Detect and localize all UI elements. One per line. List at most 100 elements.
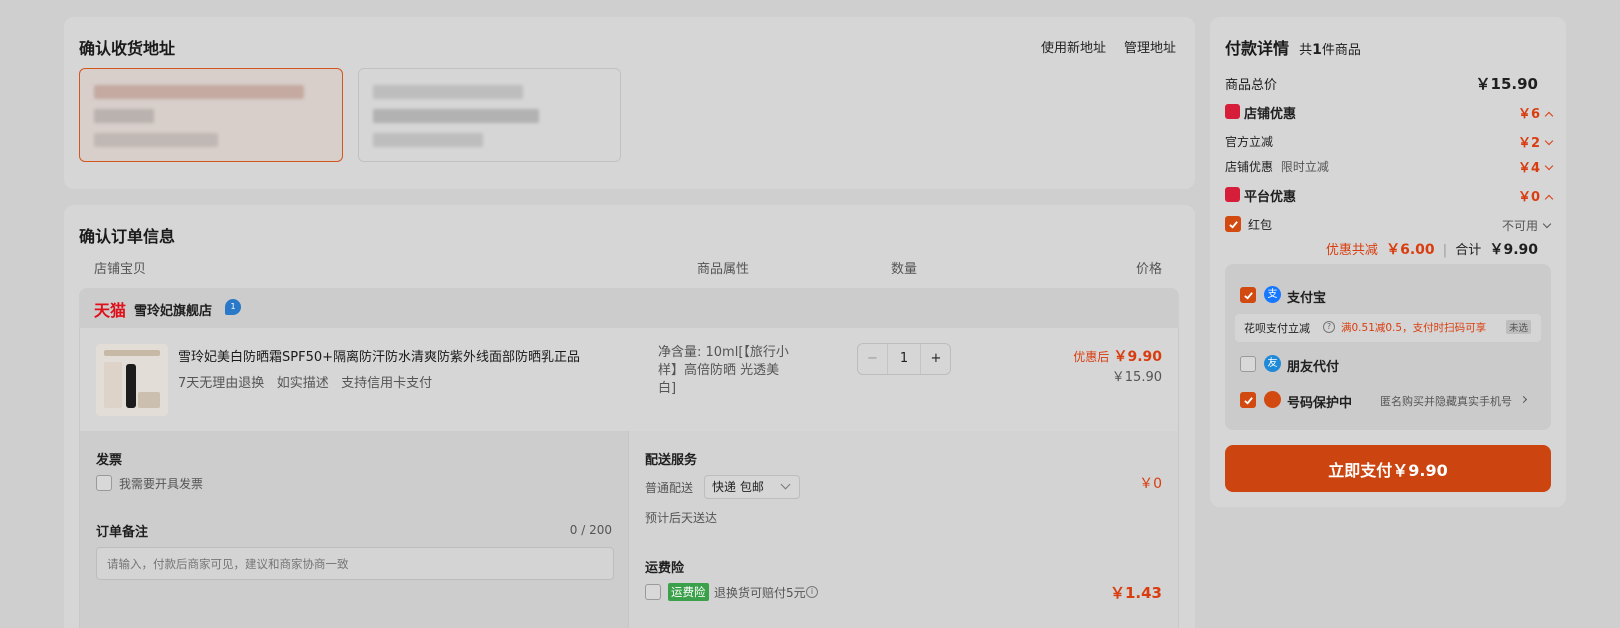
item-count: 1 <box>1312 42 1322 58</box>
question-icon: ? <box>1323 321 1335 333</box>
shield-icon <box>1264 391 1281 408</box>
order-card: 确认订单信息 店铺宝贝 商品属性 数量 价格 天猫 雪玲妃旗舰店 1 雪玲妃美白… <box>64 205 1195 628</box>
shop-name[interactable]: 雪玲妃旗舰店 <box>134 300 212 319</box>
huabei-tag: 未选 <box>1506 320 1532 334</box>
address-option-selected[interactable] <box>79 68 343 162</box>
invoice-remark-section: 发票 我需要开具发票 订单备注 0 / 200 <box>79 431 628 628</box>
tmall-logo: 天猫 <box>94 301 127 320</box>
friend-pay-icon: 友 <box>1264 355 1281 372</box>
info-icon[interactable]: i <box>806 586 818 598</box>
chevron-down-icon <box>1544 161 1554 171</box>
address-option[interactable] <box>358 68 621 162</box>
official-discount-label: 官方立减 <box>1225 135 1274 149</box>
huabei-label: 花呗支付立减 <box>1244 322 1310 335</box>
original-price: ￥15.90 <box>1111 370 1162 385</box>
saving-value: ￥6.00 <box>1386 242 1435 258</box>
chevron-up-icon <box>1544 194 1554 204</box>
chat-badge: 1 <box>230 302 236 311</box>
hongbao-checkbox[interactable] <box>1225 216 1241 232</box>
total-value: ￥15.90 <box>1475 75 1538 93</box>
alipay-checkbox[interactable] <box>1240 287 1256 303</box>
store-discount-row: 店铺优惠 限时立减 <box>1225 158 1329 175</box>
service-tags: 7天无理由退换 如实描述 支持信用卡支付 <box>178 372 432 391</box>
saving-label: 优惠共减 <box>1325 243 1378 258</box>
freight-tag: 运费险 <box>668 583 709 601</box>
number-protect-label[interactable]: 号码保护中 <box>1287 392 1352 411</box>
service-tag: 7天无理由退换 <box>178 376 265 391</box>
freight-title: 运费险 <box>645 561 685 576</box>
hongbao-status[interactable]: 不可用 <box>1502 217 1552 234</box>
service-tag: 支持信用卡支付 <box>341 376 433 391</box>
address-title: 确认收货地址 <box>79 39 176 58</box>
manage-address-link[interactable]: 管理地址 <box>1124 37 1176 56</box>
shop-discount-value[interactable]: ￥6 <box>1518 103 1554 122</box>
payment-title-row: 付款详情 共1件商品 <box>1225 39 1361 58</box>
number-protect-desc[interactable]: 匿名购买并隐藏真实手机号 <box>1380 393 1528 409</box>
store-discount-sub: 限时立减 <box>1280 160 1329 174</box>
column-attributes: 商品属性 <box>697 262 750 277</box>
chat-icon[interactable]: 1 <box>225 299 241 315</box>
product-name[interactable]: 雪玲妃美白防晒霜SPF50+隔离防汗防水清爽防紫外线面部防晒乳正品 <box>178 346 580 365</box>
pay-now-button[interactable]: 立即支付￥9.90 <box>1225 445 1551 492</box>
product-attributes: 净含量: 10ml[【旅行小 样】高倍防晒 光透美 白] <box>658 345 789 396</box>
chevron-down-icon <box>1542 219 1552 229</box>
sum-value: ￥9.90 <box>1489 242 1538 258</box>
delivery-title: 配送服务 <box>645 453 698 468</box>
sum-label: 合计 <box>1455 243 1482 258</box>
discount-price: 优惠后 ￥9.90 <box>1073 349 1162 365</box>
invoice-title: 发票 <box>96 453 123 468</box>
new-address-link[interactable]: 使用新地址 <box>1041 37 1106 56</box>
delivery-select[interactable]: 快递 包邮 <box>704 475 800 499</box>
quantity-stepper[interactable]: − 1 + <box>857 343 951 375</box>
remark-input[interactable] <box>96 547 614 580</box>
address-card: 确认收货地址 使用新地址 管理地址 <box>64 17 1195 189</box>
invoice-option-label: 我需要开具发票 <box>119 477 204 491</box>
platform-discount-icon <box>1225 187 1240 202</box>
remark-title: 订单备注 <box>96 525 149 540</box>
hongbao-label: 红包 <box>1248 218 1273 232</box>
shop-discount-label: 店铺优惠 <box>1244 107 1297 122</box>
delivery-eta: 预计后天送达 <box>645 511 718 525</box>
column-price: 价格 <box>1136 262 1163 277</box>
payment-title: 付款详情 <box>1225 39 1290 58</box>
friend-pay-label[interactable]: 朋友代付 <box>1287 356 1339 375</box>
alipay-label[interactable]: 支付宝 <box>1287 287 1326 306</box>
summary-row: 优惠共减 ￥6.00 | 合计 ￥9.90 <box>1325 242 1538 258</box>
payment-methods: 支 支付宝 花呗支付立减 ? 满0.51减0.5，支付时扫码可享 未选 友 朋友… <box>1225 264 1551 430</box>
order-title: 确认订单信息 <box>79 227 176 246</box>
qty-value[interactable]: 1 <box>888 344 920 374</box>
chevron-up-icon <box>1544 111 1554 121</box>
huabei-promo: 满0.51减0.5，支付时扫码可享 <box>1341 322 1487 334</box>
number-protect-checkbox[interactable] <box>1240 392 1256 408</box>
store-discount-label: 店铺优惠 <box>1225 160 1274 174</box>
total-label: 商品总价 <box>1225 78 1278 93</box>
platform-discount-label: 平台优惠 <box>1244 190 1297 205</box>
delivery-mode: 普通配送 <box>645 481 694 495</box>
shop-header: 天猫 雪玲妃旗舰店 1 <box>79 288 1179 328</box>
qty-decrease-button[interactable]: − <box>858 344 888 374</box>
friend-pay-checkbox[interactable] <box>1240 356 1256 372</box>
chevron-down-icon <box>780 479 791 490</box>
alipay-icon: 支 <box>1264 286 1281 303</box>
delivery-price: ￥0 <box>1139 476 1162 492</box>
qty-increase-button[interactable]: + <box>920 344 951 374</box>
chevron-right-icon <box>1519 395 1528 404</box>
payment-card: 付款详情 共1件商品 商品总价 ￥15.90 店铺优惠 ￥6 官方立减 ￥2 店… <box>1210 17 1566 507</box>
delivery-section: 配送服务 普通配送 快递 包邮 ￥0 预计后天送达 运费险 运费险 退换货可赔付… <box>628 431 1179 628</box>
shop-discount-icon <box>1225 104 1240 119</box>
store-discount-value[interactable]: ￥4 <box>1518 157 1554 176</box>
huabei-promo-row[interactable]: 花呗支付立减 ? 满0.51减0.5，支付时扫码可享 未选 <box>1235 314 1541 342</box>
item-row: 雪玲妃美白防晒霜SPF50+隔离防汗防水清爽防紫外线面部防晒乳正品 7天无理由退… <box>79 328 1179 431</box>
column-quantity: 数量 <box>891 262 918 277</box>
service-tag: 如实描述 <box>276 376 329 391</box>
freight-checkbox[interactable] <box>645 584 661 600</box>
freight-price: ￥1.43 <box>1109 584 1162 602</box>
invoice-checkbox[interactable] <box>96 475 112 491</box>
official-discount-value[interactable]: ￥2 <box>1518 132 1554 151</box>
delivery-select-value: 快递 包邮 <box>712 480 764 494</box>
column-shop-item: 店铺宝贝 <box>94 262 147 277</box>
remark-count: 0 / 200 <box>569 523 612 537</box>
platform-discount-value[interactable]: ￥0 <box>1518 186 1554 205</box>
freight-desc: 退换货可赔付5元 <box>714 586 806 600</box>
product-image[interactable] <box>96 344 168 416</box>
